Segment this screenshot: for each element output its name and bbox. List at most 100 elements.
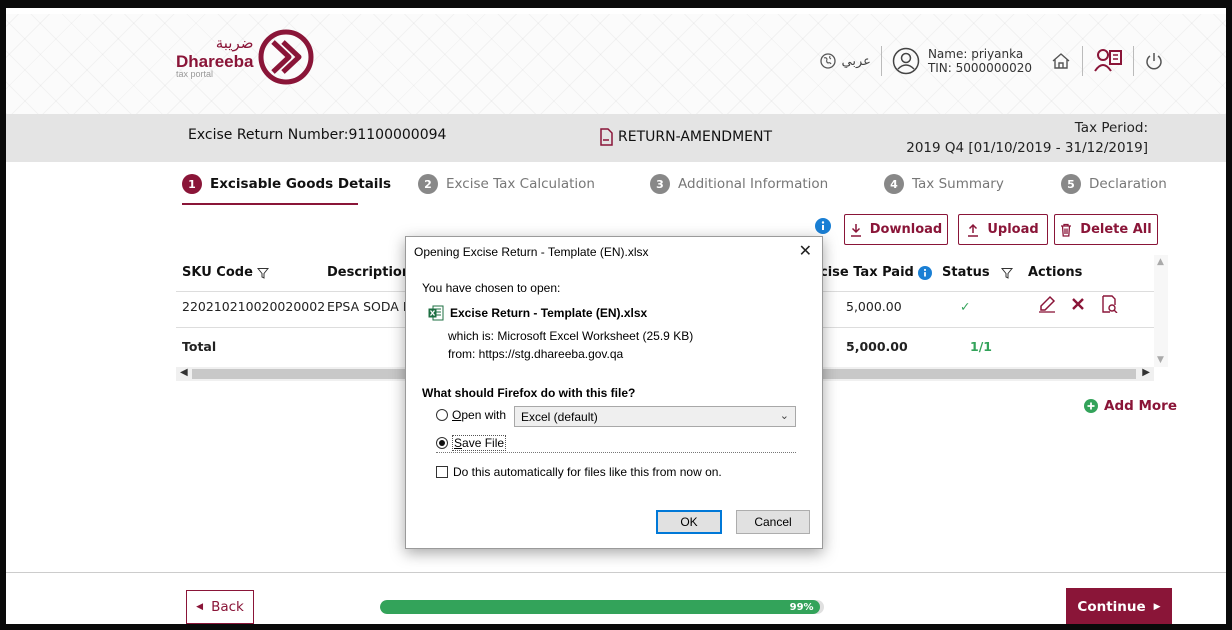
step-tax-summary[interactable]: 4 Tax Summary (884, 174, 1004, 194)
progress-fill: 99% (380, 600, 820, 614)
plus-circle-icon (1084, 399, 1098, 413)
language-label: عربي (841, 53, 871, 69)
step-number: 1 (182, 174, 202, 194)
wizard-steps: 1 Excisable Goods Details 2 Excise Tax C… (182, 168, 1172, 208)
info-icon[interactable] (815, 218, 831, 234)
open-with-select[interactable]: Excel (default) ⌄ (514, 406, 796, 427)
scroll-up-icon[interactable]: ▲ (1157, 257, 1164, 267)
scroll-down-icon[interactable]: ▼ (1157, 355, 1164, 365)
logo-subtitle: tax portal (176, 68, 214, 79)
step-additional-information[interactable]: 3 Additional Information (650, 174, 828, 194)
row-actions (1038, 295, 1118, 313)
logo-mark-icon (258, 29, 314, 85)
divider (1082, 46, 1083, 76)
column-header-actions: Actions (1028, 265, 1083, 280)
total-excise-tax-paid: 5,000.00 (846, 339, 908, 354)
step-excise-tax-calculation[interactable]: 2 Excise Tax Calculation (418, 174, 595, 194)
back-label: Back (211, 599, 244, 615)
cell-description: EPSA SODA L (327, 299, 410, 314)
cell-excise-tax-paid: 5,000.00 (846, 299, 902, 314)
return-info-bar: Excise Return Number:91100000094 RETURN-… (6, 114, 1226, 162)
filter-icon[interactable] (1000, 267, 1014, 279)
cancel-button[interactable]: Cancel (736, 510, 810, 534)
focus-outline (436, 452, 796, 453)
save-file-label: Save File (452, 435, 507, 451)
globe-icon (819, 53, 836, 69)
info-icon[interactable] (917, 265, 932, 280)
logo-arabic: ضريبة (215, 33, 254, 52)
upload-label: Upload (987, 222, 1039, 237)
tax-period-label: Tax Period: (1074, 120, 1148, 136)
chevron-down-icon: ⌄ (779, 410, 789, 422)
filter-icon[interactable] (256, 267, 269, 279)
step-label: Declaration (1089, 176, 1167, 192)
divider (880, 46, 882, 76)
dialog-file: Excise Return - Template (EN).xlsx (428, 305, 647, 321)
auto-option[interactable]: Do this automatically for files like thi… (436, 465, 722, 479)
open-with-value: Excel (default) (521, 409, 598, 424)
add-more-label: Add More (1104, 398, 1177, 414)
open-with-label: Open with (452, 408, 507, 422)
return-type: RETURN-AMENDMENT (598, 128, 772, 146)
download-icon (850, 223, 861, 237)
user-info[interactable]: Name: priyanka TIN: 5000000020 (892, 47, 1032, 75)
home-icon[interactable] (1050, 50, 1072, 72)
column-header-description[interactable]: Description (327, 265, 411, 280)
progress-label: 99% (789, 601, 814, 613)
column-header-status[interactable]: Status (942, 265, 1014, 280)
file-open-dialog: Opening Excise Return - Template (EN).xl… (405, 236, 823, 549)
cell-sku: 220210210020020002 (182, 299, 326, 314)
language-switch[interactable]: عربي (819, 53, 871, 69)
download-button[interactable]: Download (844, 214, 948, 245)
open-with-radio[interactable] (436, 409, 448, 421)
trash-icon (1061, 223, 1072, 237)
continue-button[interactable]: Continue ▶ (1066, 588, 1172, 624)
step-label: Excise Tax Calculation (446, 176, 595, 192)
close-icon[interactable]: ✕ (799, 241, 812, 261)
total-status: 1/1 (970, 339, 992, 354)
dhareeba-logo[interactable]: ضريبة Dhareeba tax portal (176, 28, 315, 86)
open-with-option[interactable]: Open with (436, 408, 506, 422)
delete-all-button[interactable]: Delete All (1054, 214, 1158, 245)
dialog-question: What should Firefox do with this file? (422, 386, 636, 400)
add-more-button[interactable]: Add More (1084, 398, 1177, 414)
dialog-file-name: Excise Return - Template (EN).xlsx (450, 306, 648, 320)
user-tin: TIN: 5000000020 (927, 61, 1032, 75)
return-number: Excise Return Number:91100000094 (188, 127, 447, 143)
step-number: 2 (418, 174, 438, 194)
divider (1133, 46, 1134, 76)
auto-label: Do this automatically for files like thi… (453, 465, 722, 479)
users-icon[interactable] (1093, 46, 1123, 76)
vertical-scrollbar[interactable]: ▲ ▼ (1154, 255, 1168, 367)
footer-divider (6, 572, 1226, 573)
progress-bar: 99% (380, 600, 824, 614)
scroll-right-icon[interactable]: ▶ (1142, 367, 1150, 378)
step-number: 5 (1061, 174, 1081, 194)
save-file-option[interactable]: Save File (436, 434, 796, 453)
delete-all-label: Delete All (1080, 222, 1152, 237)
caret-right-icon: ▶ (1153, 602, 1161, 612)
step-declaration[interactable]: 5 Declaration (1061, 174, 1167, 194)
ok-button[interactable]: OK (656, 510, 722, 534)
logo-english: Dhareeba (176, 51, 254, 71)
edit-icon[interactable] (1038, 295, 1056, 313)
scroll-left-icon[interactable]: ◀ (180, 367, 188, 378)
view-details-icon[interactable] (1100, 295, 1118, 313)
total-label: Total (182, 339, 217, 354)
browser-frame: ضريبة Dhareeba tax portal عربي Name: pri… (0, 0, 1232, 630)
column-header-sku[interactable]: SKU Code (182, 265, 269, 280)
step-label: Additional Information (678, 176, 829, 192)
header-actions: عربي Name: priyanka TIN: 5000000020 (819, 46, 1164, 76)
column-header-excise-tax-paid[interactable]: cise Tax Paid (820, 265, 932, 280)
auto-checkbox[interactable] (436, 466, 448, 478)
back-button[interactable]: ◀ Back (186, 590, 254, 624)
power-icon[interactable] (1144, 51, 1164, 71)
upload-button[interactable]: Upload (958, 214, 1048, 245)
active-step-indicator (182, 203, 358, 205)
tax-period-value: 2019 Q4 [01/10/2019 - 31/12/2019] (906, 140, 1148, 156)
step-excisable-goods[interactable]: 1 Excisable Goods Details (182, 174, 391, 194)
step-label: Excisable Goods Details (210, 176, 392, 192)
step-number: 3 (650, 174, 670, 194)
delete-x-icon[interactable] (1070, 296, 1086, 312)
save-file-radio[interactable] (436, 437, 448, 449)
